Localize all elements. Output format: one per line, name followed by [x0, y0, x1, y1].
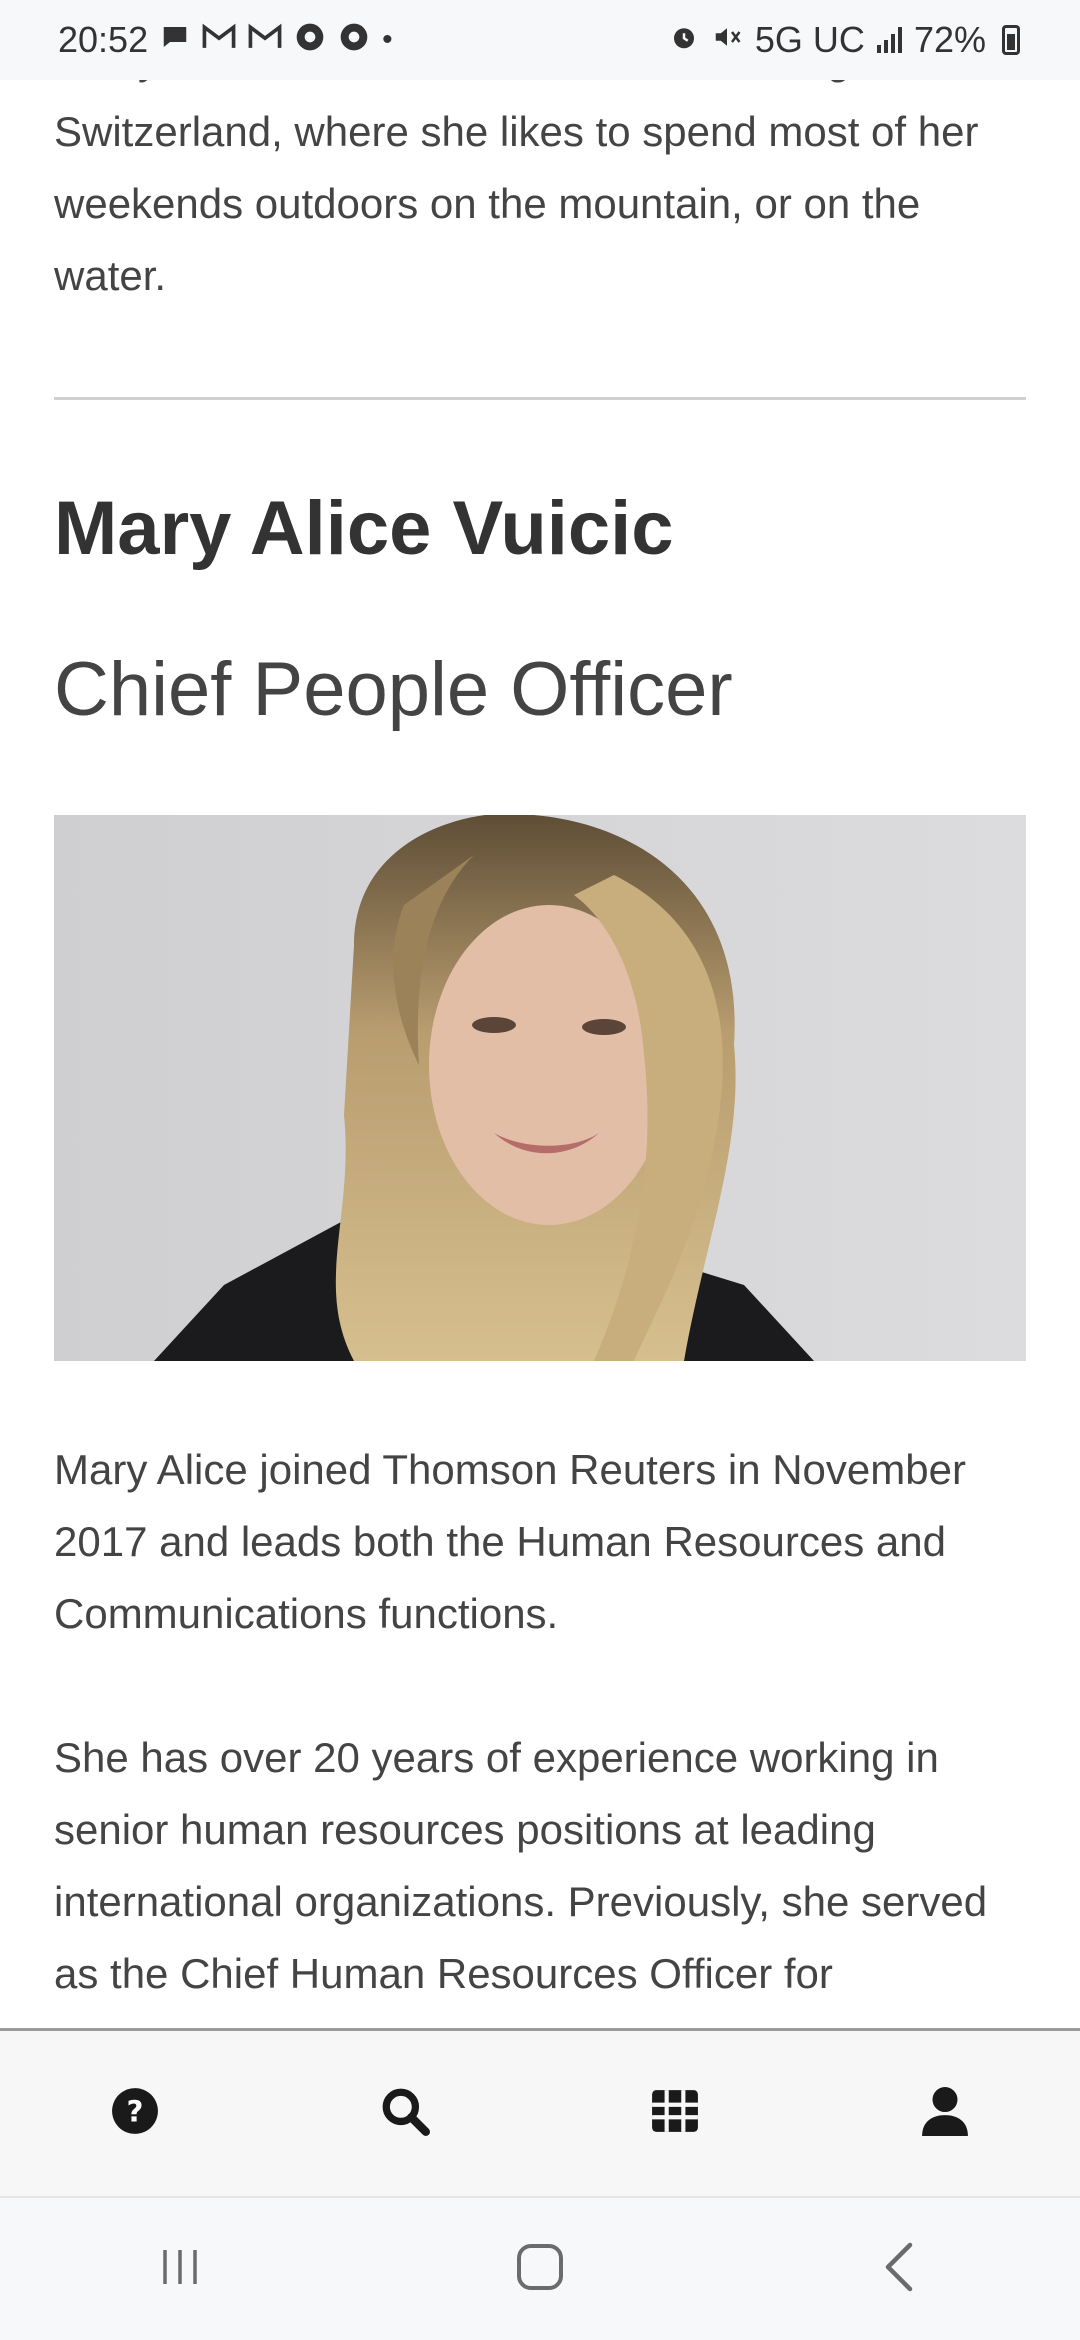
chat-icon [160, 22, 190, 58]
account-icon [922, 2086, 968, 2141]
chrome-icon [338, 21, 370, 59]
battery-percent: 72% [913, 19, 986, 60]
mute-icon [711, 22, 743, 58]
status-bar: 20:52 • 5G UC 72% [0, 0, 1080, 80]
search-button[interactable] [345, 2054, 465, 2174]
grid-button[interactable] [615, 2054, 735, 2174]
person-name: Mary Alice Vuicic [54, 486, 674, 571]
recent-apps-icon [155, 2242, 205, 2297]
status-left: 20:52 • [58, 19, 393, 61]
status-time: 20:52 [58, 19, 149, 60]
home-icon [514, 2241, 566, 2298]
grid-icon [650, 2088, 700, 2139]
dot-icon: • [382, 23, 393, 56]
status-right: 5G UC 72% [669, 19, 1020, 61]
alarm-icon [669, 22, 699, 58]
person-portrait [54, 815, 1026, 1361]
home-button[interactable] [470, 2219, 610, 2319]
bio-paragraph-2: She has over 20 years of experience work… [54, 1734, 988, 1997]
gmail-icon [248, 23, 282, 57]
network-label: 5G UC [754, 19, 865, 60]
back-icon [880, 2241, 920, 2298]
system-nav-bar [0, 2196, 1080, 2340]
gmail-icon [202, 23, 236, 57]
help-icon: ? [110, 2086, 160, 2141]
account-button[interactable] [885, 2054, 1005, 2174]
back-button[interactable] [830, 2219, 970, 2319]
bottom-nav: ? [0, 2028, 1080, 2196]
svg-text:?: ? [127, 2094, 144, 2128]
recent-apps-button[interactable] [110, 2219, 250, 2319]
help-button[interactable]: ? [75, 2054, 195, 2174]
bio-paragraph-1: Mary Alice joined Thomson Reuters in Nov… [54, 1446, 966, 1637]
battery-icon [1002, 25, 1020, 55]
section-divider [54, 397, 1026, 400]
signal-icon [876, 27, 902, 53]
search-icon [380, 2086, 430, 2141]
chrome-icon [294, 21, 326, 59]
person-title: Chief People Officer [54, 647, 733, 732]
